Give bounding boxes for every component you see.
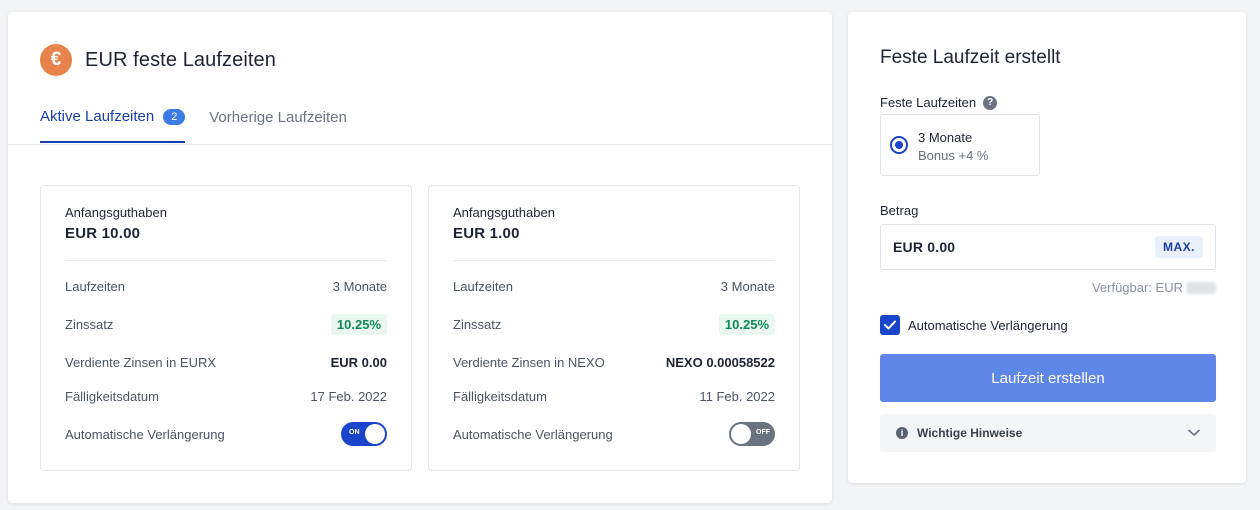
rate-badge: 10.25% bbox=[330, 313, 387, 335]
auto-renew-row: Automatische Verlängerung ON bbox=[65, 422, 387, 446]
toggle-state-text: OFF bbox=[756, 429, 770, 436]
available-label: Verfügbar: EUR bbox=[1091, 280, 1183, 295]
rate-label: Zinssatz bbox=[65, 316, 114, 332]
term-value: 3 Monate bbox=[720, 278, 775, 294]
earned-interest-label: Verdiente Zinsen in NEXO bbox=[453, 354, 605, 370]
auto-renew-checkbox[interactable] bbox=[880, 315, 900, 335]
term-card: Anfangsguthaben EUR 1.00 Laufzeiten 3 Mo… bbox=[428, 185, 800, 471]
initial-balance-amount: EUR 10.00 bbox=[65, 225, 141, 242]
term-row: Laufzeiten 3 Monate bbox=[65, 274, 387, 298]
initial-balance-label: Anfangsguthaben bbox=[65, 205, 167, 220]
divider bbox=[65, 260, 387, 261]
tab-divider bbox=[8, 144, 832, 145]
panel-header: € EUR feste Laufzeiten bbox=[40, 44, 276, 76]
fixed-terms-panel: € EUR feste Laufzeiten Aktive Laufzeiten… bbox=[8, 12, 832, 503]
earned-interest-value: EUR 0.00 bbox=[330, 354, 387, 370]
radio-button[interactable] bbox=[890, 136, 908, 154]
toggle-knob bbox=[365, 424, 385, 444]
page-title: EUR feste Laufzeiten bbox=[85, 48, 276, 71]
help-icon[interactable]: ? bbox=[983, 95, 998, 110]
term-label: Laufzeiten bbox=[453, 278, 513, 294]
auto-renew-checkbox-row[interactable]: Automatische Verlängerung bbox=[880, 315, 1068, 335]
auto-renew-toggle[interactable]: ON bbox=[341, 422, 387, 446]
option-bonus: Bonus +4 % bbox=[918, 148, 989, 163]
term-row: Laufzeiten 3 Monate bbox=[453, 274, 775, 298]
initial-balance-amount: EUR 1.00 bbox=[453, 225, 520, 242]
tab-previous-terms[interactable]: Vorherige Laufzeiten bbox=[209, 108, 347, 143]
due-date-row: Fälligkeitsdatum 17 Feb. 2022 bbox=[65, 384, 387, 408]
auto-renew-row: Automatische Verlängerung OFF bbox=[453, 422, 775, 446]
term-label: Laufzeiten bbox=[65, 278, 125, 294]
rate-label: Zinssatz bbox=[453, 316, 502, 332]
create-term-title: Feste Laufzeit erstellt bbox=[880, 47, 1061, 68]
rate-row: Zinssatz 10.25% bbox=[453, 312, 775, 336]
due-date-value: 11 Feb. 2022 bbox=[699, 388, 775, 404]
info-icon: i bbox=[896, 427, 908, 439]
terms-field-label: Feste Laufzeiten ? bbox=[880, 95, 998, 110]
earned-interest-row: Verdiente Zinsen in NEXO NEXO 0.00058522 bbox=[453, 350, 775, 374]
earned-interest-row: Verdiente Zinsen in EURX EUR 0.00 bbox=[65, 350, 387, 374]
option-title: 3 Monate bbox=[918, 130, 973, 145]
term-option-3-months[interactable]: 3 Monate Bonus +4 % bbox=[880, 114, 1040, 176]
tab-active-terms[interactable]: Aktive Laufzeiten 2 bbox=[40, 108, 186, 143]
auto-renew-label: Automatische Verlängerung bbox=[65, 426, 225, 442]
toggle-knob bbox=[731, 424, 751, 444]
chevron-down-icon bbox=[1188, 429, 1200, 436]
create-term-button[interactable]: Laufzeit erstellen bbox=[880, 354, 1216, 402]
auto-renew-toggle[interactable]: OFF bbox=[729, 422, 775, 446]
tab-count-badge: 2 bbox=[163, 108, 186, 125]
divider bbox=[453, 260, 775, 261]
tab-bar: Aktive Laufzeiten 2 Vorherige Laufzeiten bbox=[40, 108, 371, 143]
auto-renew-label: Automatische Verlängerung bbox=[453, 426, 613, 442]
due-date-row: Fälligkeitsdatum 11 Feb. 2022 bbox=[453, 384, 775, 408]
max-button[interactable]: MAX. bbox=[1155, 236, 1203, 258]
due-date-value: 17 Feb. 2022 bbox=[310, 388, 387, 404]
amount-value[interactable]: EUR 0.00 bbox=[893, 239, 955, 255]
create-term-panel: Feste Laufzeit erstellt Feste Laufzeiten… bbox=[848, 12, 1246, 483]
toggle-state-text: ON bbox=[349, 429, 360, 436]
earned-interest-label: Verdiente Zinsen in EURX bbox=[65, 354, 217, 370]
available-balance: Verfügbar: EUR bbox=[1092, 280, 1216, 295]
term-value: 3 Monate bbox=[332, 278, 387, 294]
tab-label: Aktive Laufzeiten bbox=[40, 108, 155, 125]
initial-balance-label: Anfangsguthaben bbox=[453, 205, 555, 220]
important-notes-label: Wichtige Hinweise bbox=[917, 426, 1023, 440]
rate-row: Zinssatz 10.25% bbox=[65, 312, 387, 336]
due-date-label: Fälligkeitsdatum bbox=[65, 388, 159, 404]
terms-label-text: Feste Laufzeiten bbox=[880, 95, 977, 110]
auto-renew-checkbox-label: Automatische Verlängerung bbox=[908, 317, 1068, 333]
term-card: Anfangsguthaben EUR 10.00 Laufzeiten 3 M… bbox=[40, 185, 412, 471]
due-date-label: Fälligkeitsdatum bbox=[453, 388, 547, 404]
amount-label: Betrag bbox=[880, 203, 919, 218]
earned-interest-value: NEXO 0.00058522 bbox=[665, 354, 775, 370]
euro-coin-icon: € bbox=[40, 44, 72, 76]
rate-badge: 10.25% bbox=[718, 313, 775, 335]
checkmark-icon bbox=[884, 320, 896, 330]
amount-field[interactable]: EUR 0.00 MAX. bbox=[880, 224, 1216, 270]
important-notes-accordion[interactable]: i Wichtige Hinweise bbox=[880, 414, 1216, 452]
radio-selected-dot bbox=[895, 141, 903, 149]
tab-label: Vorherige Laufzeiten bbox=[209, 109, 347, 126]
hidden-balance-value bbox=[1186, 281, 1216, 294]
